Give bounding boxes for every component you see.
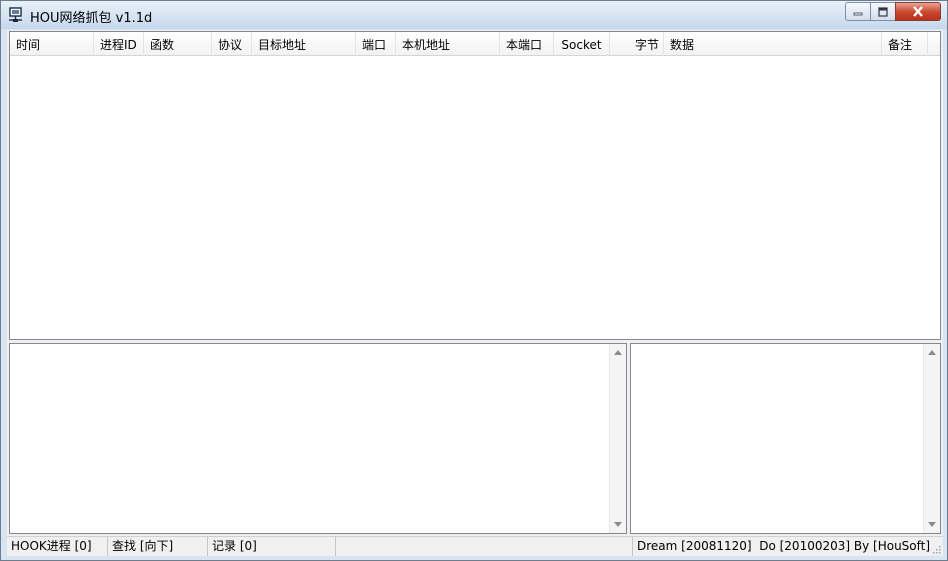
packet-data-pane[interactable]: [9, 343, 627, 534]
window-title: HOU网络抓包 v1.1d: [30, 11, 153, 26]
scroll-up-icon[interactable]: [928, 350, 936, 355]
column-process-id[interactable]: 进程ID: [94, 32, 144, 56]
window-controls: [845, 2, 941, 21]
packet-detail-scrollbar[interactable]: [923, 344, 940, 533]
client-area: 时间 进程ID 函数 协议 目标地址 端口 本机地址 本端口 Socket 字节…: [7, 30, 943, 556]
scroll-up-icon[interactable]: [614, 350, 622, 355]
column-local-address[interactable]: 本机地址: [396, 32, 500, 56]
column-function[interactable]: 函数: [144, 32, 212, 56]
packet-list-header: 时间 进程ID 函数 协议 目标地址 端口 本机地址 本端口 Socket 字节…: [10, 32, 940, 56]
status-find: 查找 [向下]: [108, 537, 208, 556]
column-time[interactable]: 时间: [10, 32, 94, 56]
close-icon: [913, 6, 923, 17]
scroll-down-icon[interactable]: [928, 522, 936, 527]
packet-detail-pane[interactable]: [630, 343, 941, 534]
maximize-icon: [878, 6, 888, 17]
status-hook-process: HOOK进程 [0]: [7, 537, 108, 556]
column-remark[interactable]: 备注: [882, 32, 928, 56]
column-protocol[interactable]: 协议: [212, 32, 252, 56]
status-records: 记录 [0]: [208, 537, 336, 556]
column-bytes[interactable]: 字节: [610, 32, 664, 56]
column-local-port[interactable]: 本端口: [500, 32, 554, 56]
status-bar: HOOK进程 [0] 查找 [向下] 记录 [0] Dream [2008112…: [7, 536, 943, 556]
column-socket[interactable]: Socket: [554, 32, 610, 56]
packet-list[interactable]: 时间 进程ID 函数 协议 目标地址 端口 本机地址 本端口 Socket 字节…: [9, 31, 941, 340]
column-port[interactable]: 端口: [356, 32, 396, 56]
packet-data-scrollbar[interactable]: [609, 344, 626, 533]
status-credits: Dream [20081120] Do [20100203] By [HouSo…: [637, 539, 931, 553]
main-window: HOU网络抓包 v1.1d 时间 进程ID 函数 协议 目标地址 端口 本机地址…: [0, 0, 948, 561]
network-computer-icon: [9, 7, 22, 22]
scroll-down-icon[interactable]: [614, 522, 622, 527]
column-target-address[interactable]: 目标地址: [252, 32, 356, 56]
title-bar[interactable]: HOU网络抓包 v1.1d: [1, 1, 947, 29]
column-data[interactable]: 数据: [664, 32, 882, 56]
minimize-icon: [853, 12, 863, 15]
resize-grip-icon[interactable]: [931, 544, 941, 554]
maximize-button[interactable]: [870, 2, 896, 21]
status-empty: [336, 537, 633, 556]
minimize-button[interactable]: [845, 2, 871, 21]
close-button[interactable]: [895, 2, 941, 21]
